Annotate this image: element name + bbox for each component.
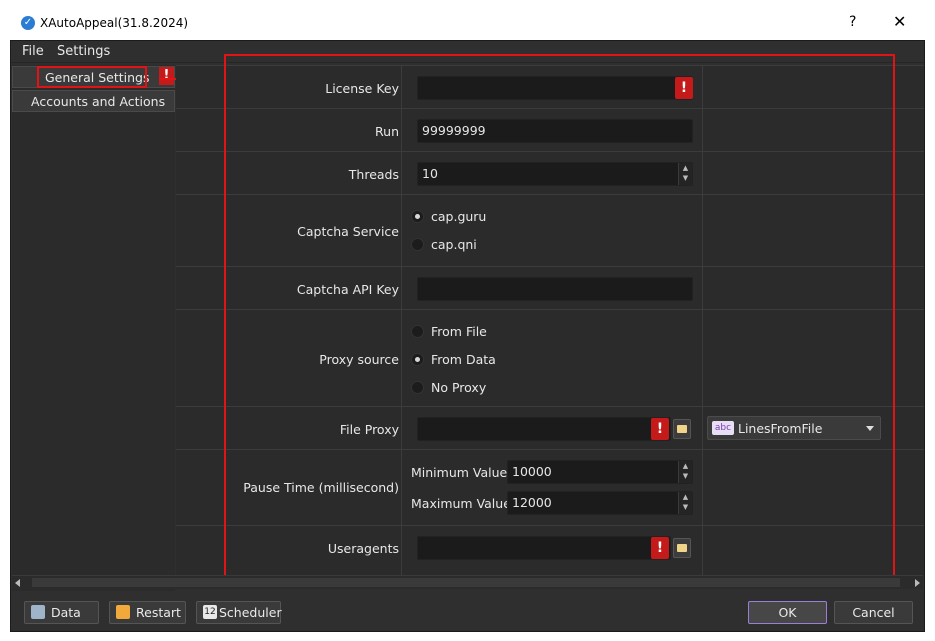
license-key-warning-icon: ! (675, 77, 693, 99)
useragents-label: Useragents (327, 541, 399, 556)
chevron-down-icon (866, 426, 874, 431)
row-useragents: Useragents ! (176, 525, 924, 575)
captcha-service-label: Captcha Service (297, 224, 399, 239)
menu-settings[interactable]: Settings (57, 44, 110, 59)
threads-spinbox[interactable]: 10 (417, 162, 693, 186)
radio-dot (411, 210, 424, 223)
calendar-icon: 12 (203, 605, 217, 619)
run-label: Run (375, 124, 399, 139)
app-check-icon: ✓ (21, 16, 35, 30)
threads-label: Threads (348, 167, 399, 182)
sidebar-item-accounts-and-actions[interactable]: Accounts and Actions (12, 90, 175, 112)
column-divider (401, 65, 402, 575)
minimum-value-label: Minimum Value (411, 465, 508, 480)
maximum-value-stepper[interactable]: ▲ ▼ (678, 492, 692, 514)
file-proxy-input[interactable] (417, 417, 671, 441)
ok-button[interactable]: OK (748, 601, 827, 624)
maximum-value-spinbox[interactable]: 12000 (507, 491, 693, 515)
row-file-proxy: File Proxy ! abc LinesFromFile (176, 406, 924, 449)
row-captcha-service: Captcha Service cap.guru cap.qni (176, 194, 924, 266)
threads-stepper[interactable]: ▲ ▼ (678, 163, 692, 185)
row-proxy-source: Proxy source From File From Data No Prox… (176, 309, 924, 406)
pause-time-label: Pause Time (millisecond) (243, 480, 399, 495)
radio-label: cap.guru (431, 209, 487, 224)
minimum-value-stepper[interactable]: ▲ ▼ (678, 461, 692, 483)
dialog-window: File Settings General Settings ! Account… (10, 40, 925, 632)
title-bar: ✓ XAutoAppeal(31.8.2024) ? ✕ (0, 0, 935, 40)
data-button[interactable]: Data (24, 601, 99, 624)
restart-button-label: Restart (136, 605, 181, 620)
cancel-button[interactable]: Cancel (834, 601, 913, 624)
useragents-input[interactable] (417, 536, 671, 560)
database-icon (31, 605, 45, 619)
menu-file[interactable]: File (22, 44, 44, 59)
folder-icon[interactable] (673, 419, 691, 439)
license-key-label: License Key (325, 81, 399, 96)
radio-dot (411, 325, 424, 338)
file-proxy-label: File Proxy (339, 422, 399, 437)
radio-label: From Data (431, 352, 496, 367)
menu-bar: File Settings (11, 41, 924, 63)
radio-dot (411, 238, 424, 251)
row-pause-time: Pause Time (millisecond) Minimum Value 1… (176, 449, 924, 525)
radio-label: From File (431, 324, 487, 339)
row-run: Run 99999999 (176, 108, 924, 151)
scroll-thumb[interactable] (32, 578, 900, 587)
captcha-api-key-label: Captcha API Key (296, 282, 399, 297)
abc-icon: abc (712, 421, 734, 435)
restart-button[interactable]: Restart (109, 601, 186, 624)
folder-icon[interactable] (673, 538, 691, 558)
warning-icon: ! (159, 67, 174, 85)
horizontal-scrollbar[interactable] (12, 575, 923, 589)
maximum-value-label: Maximum Value (411, 496, 511, 511)
row-captcha-api-key: Captcha API Key (176, 266, 924, 309)
sidebar-item-label: Accounts and Actions (31, 94, 166, 109)
restart-icon (116, 605, 130, 619)
run-input[interactable]: 99999999 (417, 119, 693, 143)
row-threads: Threads 10 ▲ ▼ (176, 151, 924, 194)
close-button[interactable]: ✕ (893, 12, 906, 31)
help-button[interactable]: ? (849, 14, 856, 30)
radio-label: cap.qni (431, 237, 477, 252)
window-title: XAutoAppeal(31.8.2024) (40, 16, 189, 30)
minimum-value-spinbox[interactable]: 10000 (507, 460, 693, 484)
scroll-left-icon[interactable] (15, 579, 20, 587)
settings-panel: License Key ! Run 99999999 Threads 10 ▲ ▼… (176, 65, 924, 575)
proxy-source-label: Proxy source (319, 352, 399, 367)
sidebar-highlight-box (37, 66, 147, 88)
column-divider (702, 65, 703, 575)
scroll-right-icon[interactable] (915, 579, 920, 587)
radio-dot (411, 353, 424, 366)
useragents-warning-icon: ! (651, 537, 669, 559)
radio-dot (411, 381, 424, 394)
scheduler-button-label: Scheduler (219, 605, 282, 620)
license-key-input[interactable] (417, 76, 693, 100)
captcha-api-key-input[interactable] (417, 277, 693, 301)
file-proxy-warning-icon: ! (651, 418, 669, 440)
radio-label: No Proxy (431, 380, 487, 395)
sidebar: General Settings ! Accounts and Actions (12, 65, 175, 595)
select-value: LinesFromFile (738, 421, 823, 436)
footer-bar: Data Restart 12 Scheduler OK Cancel (11, 591, 924, 631)
file-proxy-mode-select[interactable]: abc LinesFromFile (707, 416, 881, 440)
row-license-key: License Key ! (176, 65, 924, 108)
data-button-label: Data (51, 605, 81, 620)
scheduler-button[interactable]: 12 Scheduler (196, 601, 282, 624)
